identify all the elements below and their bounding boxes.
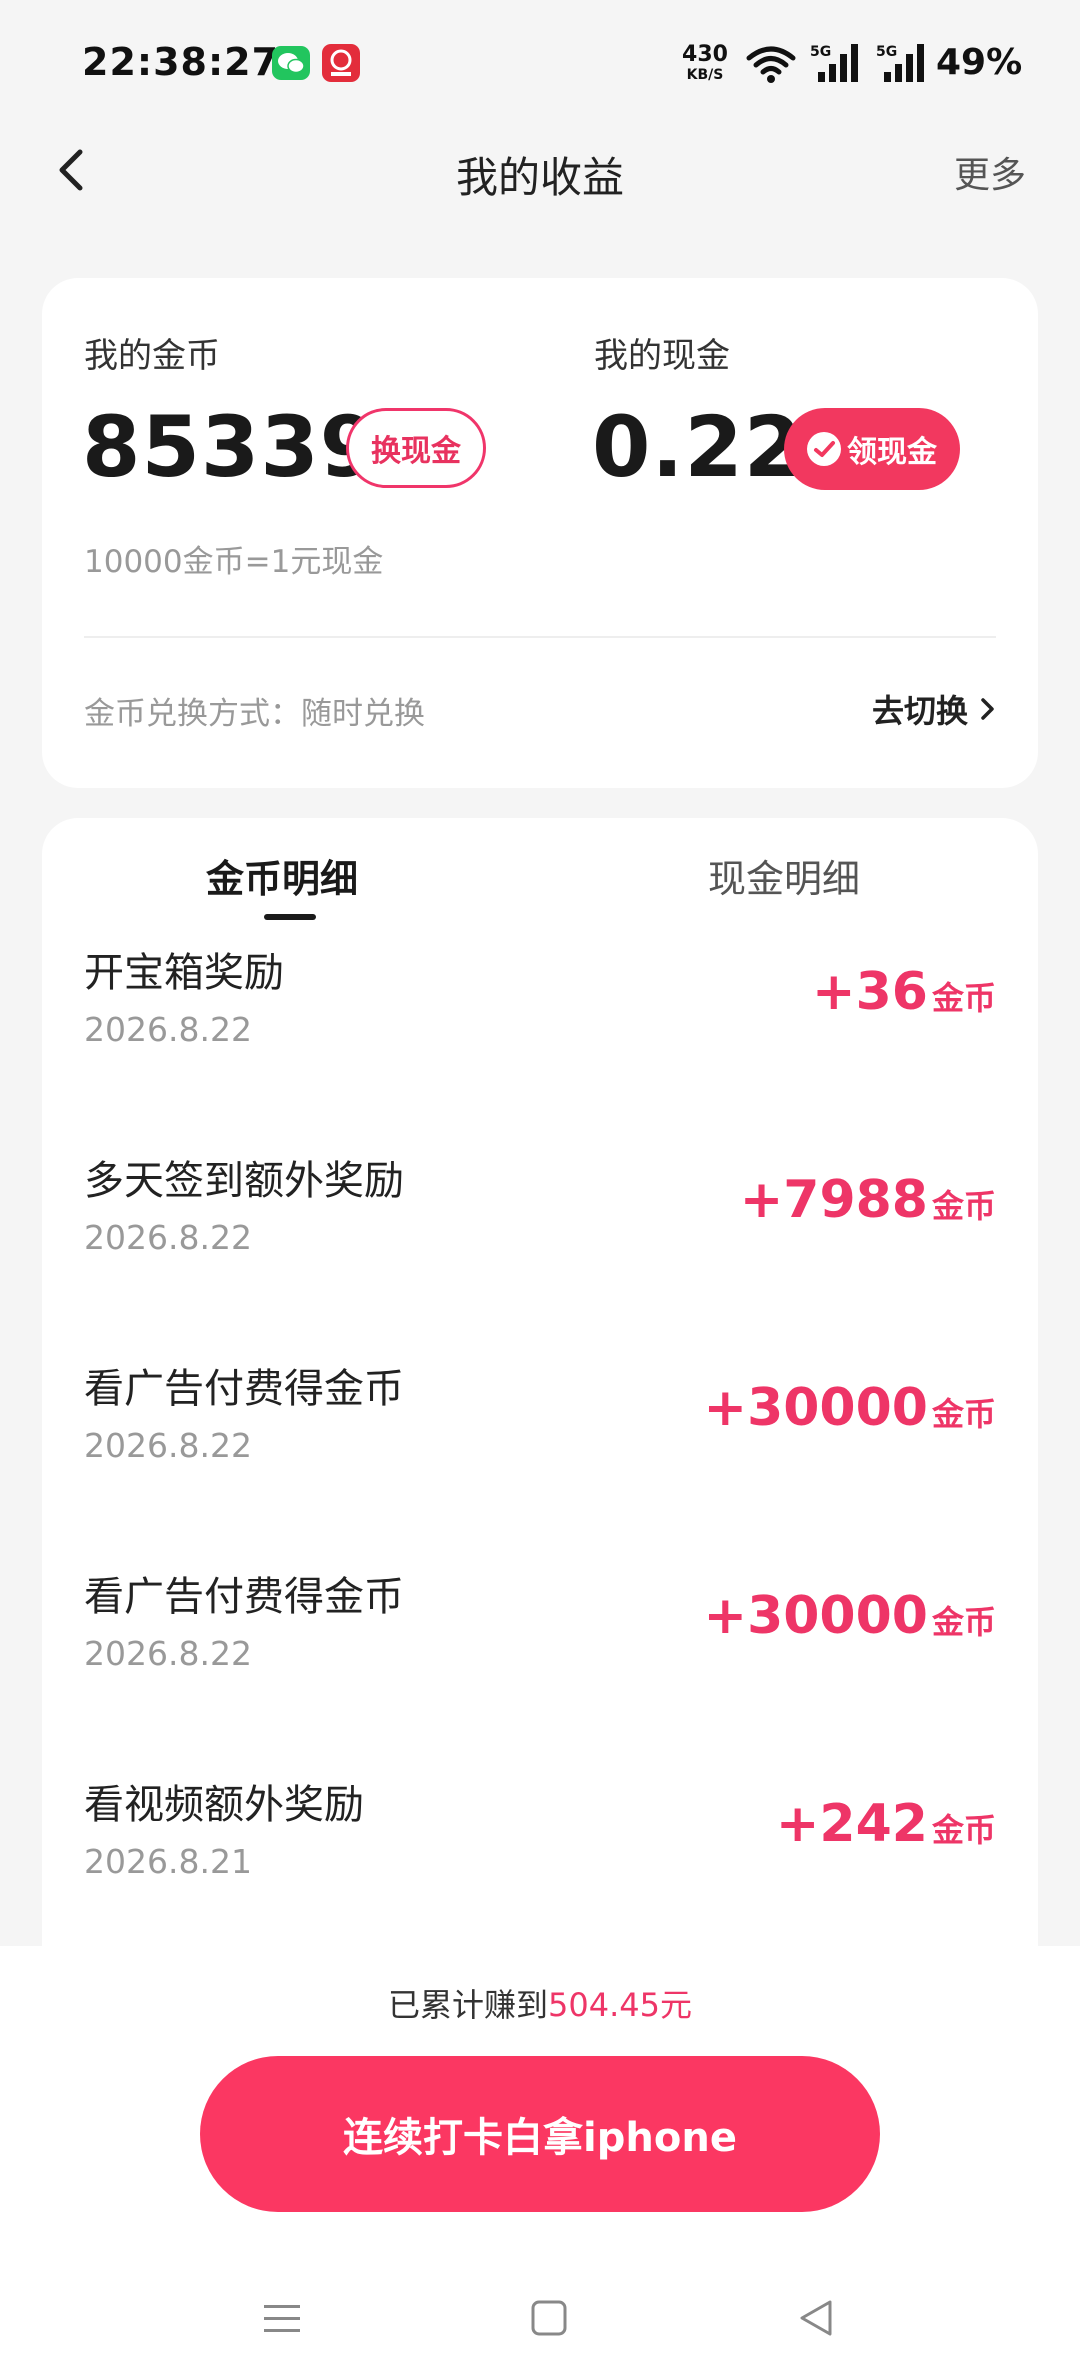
exchange-rate-text: 10000金币=1元现金 — [84, 544, 384, 580]
back-triangle-icon[interactable] — [796, 2296, 836, 2340]
record-amount-value: +7988 — [739, 1170, 928, 1230]
total-earned-amount: 504.45元 — [548, 1986, 692, 2024]
status-time: 22:38:27 — [82, 40, 280, 84]
svg-text:5G: 5G — [810, 44, 831, 60]
bottom-panel: 已累计赚到504.45元 连续打卡白拿iphone — [0, 1946, 1080, 2376]
coin-balance-label: 我的金币 — [84, 336, 220, 376]
divider — [84, 636, 996, 638]
app-notification-icon — [322, 44, 360, 82]
record-date: 2026.8.22 — [84, 1426, 252, 1465]
record-amount-value: +36 — [812, 962, 928, 1022]
more-button[interactable]: 更多 — [954, 146, 1026, 198]
record-date: 2026.8.22 — [84, 1010, 252, 1049]
network-speed: 430 KB/S — [680, 42, 730, 83]
menu-icon[interactable] — [262, 2302, 302, 2336]
chevron-right-icon — [981, 698, 994, 720]
list-item: 看广告付费得金币 2026.8.22 +30000 金币 — [42, 1564, 1038, 1772]
record-amount-value: +242 — [775, 1794, 928, 1854]
record-amount-unit: 金币 — [931, 979, 996, 1017]
network-speed-value: 430 — [682, 42, 728, 67]
record-title: 看广告付费得金币 — [84, 1574, 404, 1620]
cash-balance-label: 我的现金 — [594, 336, 730, 376]
wechat-pay-icon — [807, 432, 841, 466]
wifi-icon — [745, 44, 797, 84]
record-title: 多天签到额外奖励 — [84, 1158, 404, 1204]
list-item: 看广告付费得金币 2026.8.22 +30000 金币 — [42, 1356, 1038, 1564]
record-amount: +30000 金币 — [704, 1586, 997, 1646]
status-bar: 22:38:27 430 KB/S 5G 5G 49% — [0, 0, 1080, 120]
record-title: 看广告付费得金币 — [84, 1366, 404, 1412]
switch-mode-button[interactable]: 去切换 — [872, 686, 998, 732]
balance-card: 我的金币 85339 换现金 我的现金 0.22 领现金 10000金币=1元现… — [42, 278, 1038, 788]
record-amount: +242 金币 — [776, 1794, 996, 1854]
details-card: 金币明细 现金明细 开宝箱奖励 2026.8.22 +36 金币 多天签到额外奖励… — [42, 818, 1038, 2018]
5g-signal-icon: 5G — [876, 42, 932, 84]
wechat-icon — [272, 46, 310, 80]
record-date: 2026.8.21 — [84, 1842, 252, 1881]
record-amount-unit: 金币 — [931, 1603, 996, 1641]
withdraw-cash-button[interactable]: 领现金 — [784, 408, 960, 490]
active-tab-indicator — [264, 914, 316, 920]
total-earned-text: 已累计赚到504.45元 — [0, 1980, 1080, 2026]
page-title: 我的收益 — [455, 153, 624, 202]
battery-level: 49% — [936, 42, 1023, 83]
exchange-cash-button[interactable]: 换现金 — [346, 408, 486, 488]
total-earned-prefix: 已累计赚到 — [388, 1986, 549, 2024]
list-item: 多天签到额外奖励 2026.8.22 +7988 金币 — [42, 1148, 1038, 1356]
page-header: 我的收益 更多 — [0, 120, 1080, 220]
record-date: 2026.8.22 — [84, 1634, 252, 1673]
record-amount-unit: 金币 — [931, 1811, 996, 1849]
coin-balance-value: 85339 — [82, 398, 380, 496]
tab-cash-detail[interactable]: 现金明细 — [708, 848, 860, 903]
home-icon[interactable] — [530, 2298, 568, 2338]
record-amount: +7988 金币 — [740, 1170, 996, 1230]
cash-balance-value: 0.22 — [592, 398, 804, 496]
5g-signal-icon: 5G — [810, 42, 866, 84]
earnings-page: 22:38:27 430 KB/S 5G 5G 49% 我的收益 更多 我的金币… — [0, 0, 1080, 2376]
withdraw-cash-label: 领现金 — [847, 435, 937, 470]
record-amount: +36 金币 — [812, 962, 996, 1022]
checkin-iphone-button[interactable]: 连续打卡白拿iphone — [200, 2056, 880, 2212]
record-title: 看视频额外奖励 — [84, 1782, 364, 1828]
list-item: 开宝箱奖励 2026.8.22 +36 金币 — [42, 940, 1038, 1148]
record-amount-unit: 金币 — [931, 1187, 996, 1225]
tab-coin-detail[interactable]: 金币明细 — [206, 848, 358, 903]
network-speed-unit: KB/S — [686, 67, 724, 83]
switch-mode-label: 去切换 — [871, 692, 968, 730]
record-amount: +30000 金币 — [704, 1378, 997, 1438]
exchange-mode-text: 金币兑换方式：随时兑换 — [84, 696, 425, 732]
svg-text:5G: 5G — [876, 44, 897, 60]
record-amount-value: +30000 — [703, 1586, 928, 1646]
record-amount-unit: 金币 — [931, 1395, 996, 1433]
record-date: 2026.8.22 — [84, 1218, 252, 1257]
record-title: 开宝箱奖励 — [84, 950, 284, 996]
record-amount-value: +30000 — [703, 1378, 928, 1438]
